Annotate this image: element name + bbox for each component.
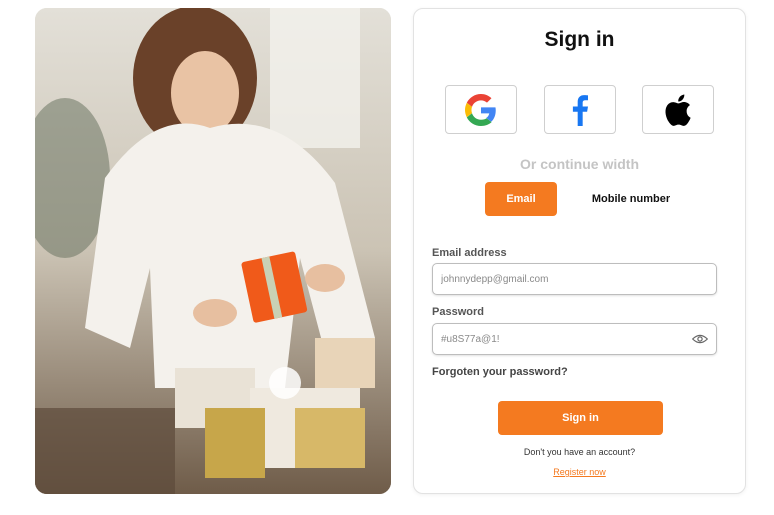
google-sign-in-button[interactable] — [445, 85, 517, 134]
register-link[interactable]: Register now — [414, 467, 745, 477]
email-field[interactable] — [432, 263, 717, 295]
no-account-text: Don't you have an account? — [523, 447, 636, 457]
password-label: Password — [432, 306, 484, 318]
tab-email[interactable]: Email — [485, 182, 557, 216]
photo-illustration — [35, 8, 391, 494]
apple-icon — [665, 93, 691, 126]
forgot-password-link[interactable]: Forgoten your password? — [432, 366, 568, 378]
email-label: Email address — [432, 247, 507, 259]
sign-in-button[interactable]: Sign in — [498, 401, 663, 435]
password-field[interactable] — [432, 323, 717, 355]
apple-sign-in-button[interactable] — [642, 85, 714, 134]
facebook-icon — [572, 94, 588, 126]
eye-icon[interactable] — [692, 333, 708, 345]
sign-in-card: Sign in Or continue width Email Mobile n… — [413, 8, 746, 494]
hero-photo — [35, 8, 391, 494]
continue-with-text: Or continue width — [520, 156, 639, 172]
facebook-sign-in-button[interactable] — [544, 85, 616, 134]
page-title: Sign in — [544, 28, 615, 51]
tab-mobile-number[interactable]: Mobile number — [584, 182, 678, 216]
google-icon — [465, 93, 496, 126]
